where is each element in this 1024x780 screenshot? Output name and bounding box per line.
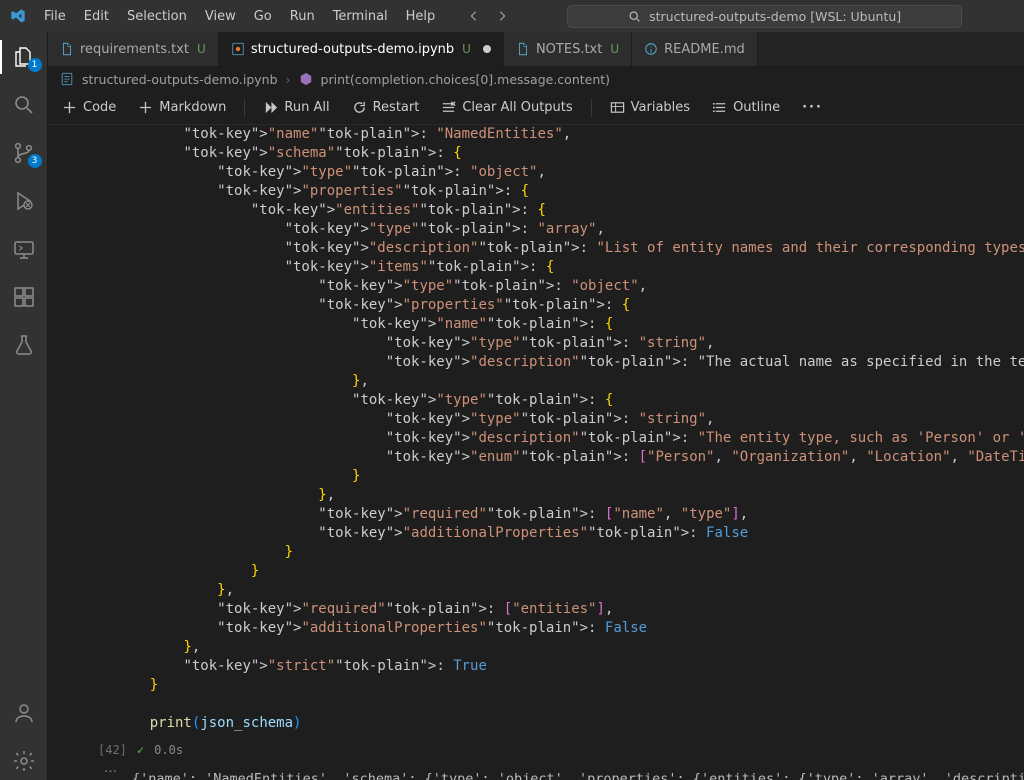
activity-source-control[interactable]: 3 [0,134,48,172]
chevron-right-icon: › [286,72,291,87]
clear-icon [441,100,456,115]
tab-label: NOTES.txt [536,42,602,57]
tab-requirements-txt[interactable]: requirements.txt U [48,32,219,66]
search-icon [12,93,36,117]
tab-git-status: U [462,42,471,56]
account-icon [12,701,36,725]
menu-edit[interactable]: Edit [76,5,117,28]
tab-structured-outputs-demo-ipynb[interactable]: structured-outputs-demo.ipynb U [219,32,504,66]
menu-help[interactable]: Help [398,5,444,28]
outline-button[interactable]: Outline [708,97,784,118]
success-check-icon: ✓ [137,743,144,757]
menu-terminal[interactable]: Terminal [325,5,396,28]
gear-icon [12,749,36,773]
tab-readme-md[interactable]: README.md [632,32,758,66]
scm-badge: 3 [28,154,42,168]
tab-git-status: U [197,42,206,56]
cell-status-bar: [42] ✓ 0.0s [48,739,1024,761]
nav-forward-icon[interactable] [495,9,509,23]
activity-search[interactable] [0,86,48,124]
activity-bar: 1 3 [0,32,48,780]
restart-kernel-button[interactable]: Restart [348,97,424,118]
debug-icon [12,189,36,213]
vscode-logo-icon [10,8,26,24]
explorer-badge: 1 [28,58,42,72]
editor-area: requirements.txt Ustructured-outputs-demo… [48,32,1024,780]
code-cell-editor[interactable]: "tok-key">"name""tok-plain">: "NamedEnti… [48,125,1024,739]
restart-icon [352,100,367,115]
cell-output: {'name': 'NamedEntities', 'schema': {'ty… [72,761,1024,780]
menu-file[interactable]: File [36,5,74,28]
tab-notes-txt[interactable]: NOTES.txt U [504,32,632,66]
dirty-indicator-icon [483,45,491,53]
activity-run-debug[interactable] [0,182,48,220]
add-markdown-cell-button[interactable]: Markdown [134,97,230,118]
extensions-icon [12,285,36,309]
tab-label: README.md [664,42,745,57]
tab-label: structured-outputs-demo.ipynb [251,42,454,57]
execution-time: 0.0s [154,743,183,757]
activity-explorer[interactable]: 1 [0,38,48,76]
add-code-cell-button[interactable]: Code [58,97,120,118]
search-icon [628,10,641,23]
breadcrumb[interactable]: structured-outputs-demo.ipynb › print(co… [48,67,1024,91]
editor-tabs: requirements.txt Ustructured-outputs-demo… [48,32,1024,67]
output-expand-icon[interactable]: … [104,761,117,776]
variables-button[interactable]: Variables [606,97,694,118]
execution-count: [42] [98,743,127,757]
activity-settings[interactable] [0,742,48,780]
activity-extensions[interactable] [0,278,48,316]
nav-back-icon[interactable] [467,9,481,23]
variables-icon [610,100,625,115]
tab-label: requirements.txt [80,42,189,57]
breadcrumb-file: structured-outputs-demo.ipynb [82,72,278,87]
beaker-icon [12,333,36,357]
plus-icon [62,100,77,115]
menu-run[interactable]: Run [282,5,323,28]
outline-icon [712,100,727,115]
notebook-icon [60,72,74,86]
plus-icon [138,100,153,115]
tab-git-status: U [610,42,619,56]
run-all-icon [263,100,278,115]
activity-remote[interactable] [0,230,48,268]
toolbar-more-button[interactable]: ··· [798,97,827,118]
menu-bar: FileEditSelectionViewGoRunTerminalHelp [36,5,443,28]
activity-account[interactable] [0,694,48,732]
remote-icon [12,237,36,261]
menu-go[interactable]: Go [246,5,280,28]
notebook-toolbar: Code Markdown Run All Restart Clear All … [48,91,1024,125]
menu-view[interactable]: View [197,5,244,28]
window-title[interactable]: structured-outputs-demo [WSL: Ubuntu] [513,5,1016,28]
activity-testing[interactable] [0,326,48,364]
symbol-method-icon [299,72,313,86]
title-bar: FileEditSelectionViewGoRunTerminalHelp s… [0,0,1024,32]
run-all-button[interactable]: Run All [259,97,333,118]
menu-selection[interactable]: Selection [119,5,195,28]
window-title-text: structured-outputs-demo [WSL: Ubuntu] [649,9,901,24]
breadcrumb-symbol: print(completion.choices[0].message.cont… [321,72,611,87]
clear-outputs-button[interactable]: Clear All Outputs [437,97,576,118]
